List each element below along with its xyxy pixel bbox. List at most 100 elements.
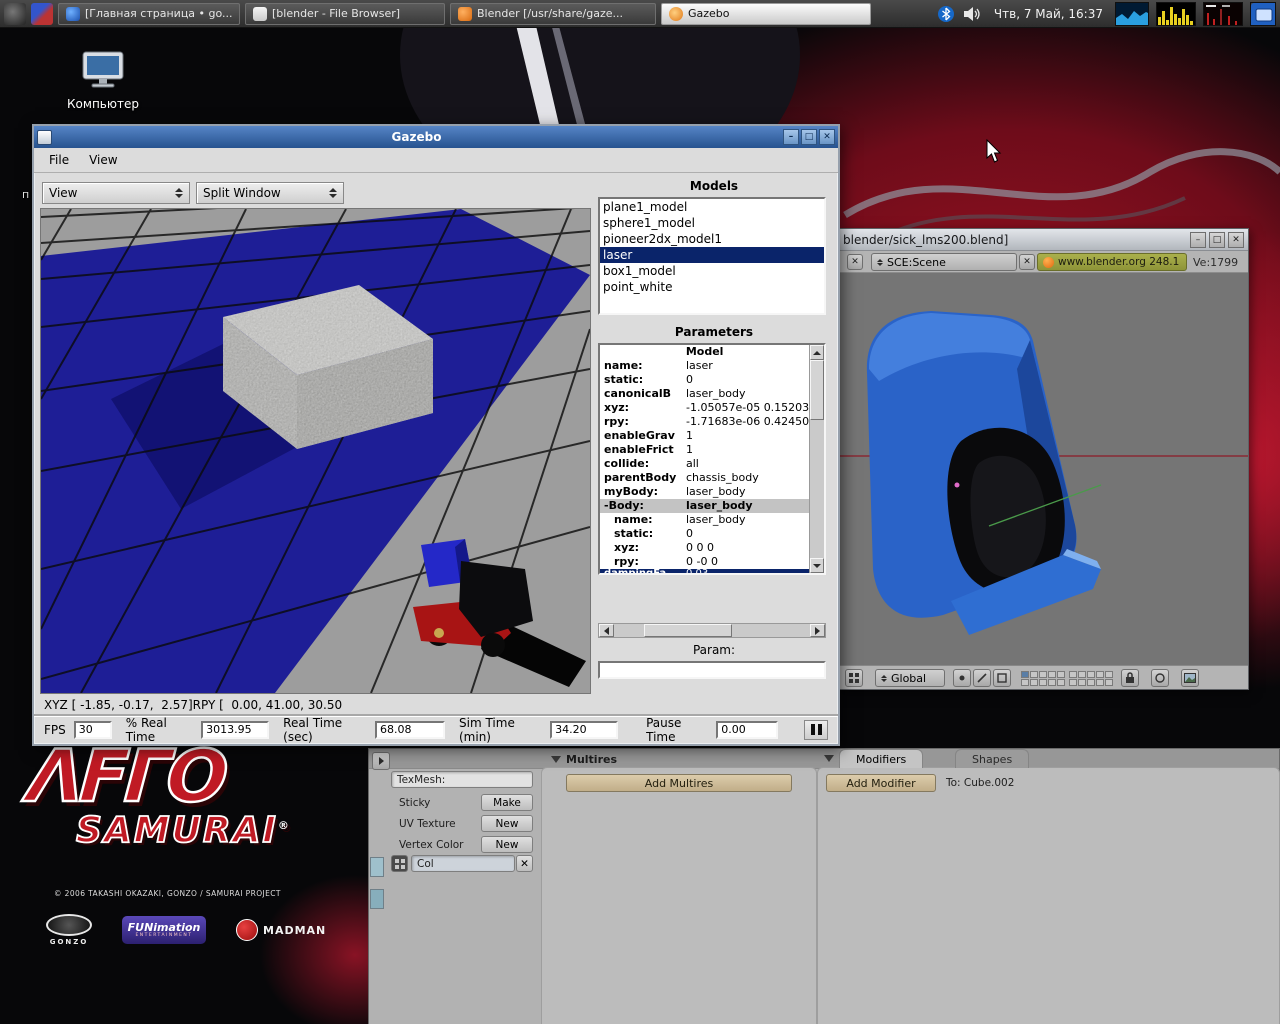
- layer-buttons-left[interactable]: [1021, 671, 1065, 686]
- col-field[interactable]: Col: [411, 855, 515, 872]
- scene-selector[interactable]: SCE:Scene: [871, 253, 1017, 271]
- clock[interactable]: Чтв, 7 Май, 16:37: [989, 7, 1108, 21]
- scrollbar-thumb[interactable]: [810, 360, 824, 420]
- tab-modifiers[interactable]: Modifiers: [839, 749, 923, 768]
- param-row[interactable]: static:0: [600, 527, 809, 541]
- scrollbar-track[interactable]: [614, 624, 644, 637]
- blender-buttons-window[interactable]: TexMesh: Sticky Make UV Texture New Vert…: [368, 748, 1280, 1024]
- new-uv-button[interactable]: New: [481, 815, 533, 832]
- param-row-clipped[interactable]: dampingFa0.03: [600, 569, 809, 573]
- texmesh-field[interactable]: TexMesh:: [391, 771, 533, 788]
- param-row[interactable]: xyz:-1.05057e-05 0.15203: [600, 401, 809, 415]
- real-time-pct-field[interactable]: 3013.95: [201, 721, 269, 739]
- close-button[interactable]: ✕: [1228, 232, 1244, 248]
- blender-3d-viewport[interactable]: [839, 273, 1248, 665]
- list-item-selected[interactable]: laser: [600, 247, 824, 263]
- make-sticky-button[interactable]: Make: [481, 794, 533, 811]
- panel-side-button-2[interactable]: [370, 889, 384, 909]
- render-preview-icon[interactable]: [1181, 669, 1199, 687]
- lock-icon[interactable]: [1121, 669, 1139, 687]
- vcol-grid-icon[interactable]: [391, 855, 408, 872]
- panel-side-button-1[interactable]: [370, 857, 384, 877]
- launcher-icon-2[interactable]: [31, 3, 53, 25]
- orientation-combo[interactable]: Global: [875, 669, 945, 687]
- param-row[interactable]: xyz:0 0 0: [600, 541, 809, 555]
- volume-icon[interactable]: [962, 6, 982, 22]
- param-row[interactable]: name:laser_body: [600, 513, 809, 527]
- pause-button[interactable]: [804, 720, 828, 740]
- screenshot-tool-icon[interactable]: [1250, 2, 1276, 26]
- vertical-scrollbar[interactable]: [809, 345, 824, 573]
- menu-file[interactable]: File: [40, 150, 78, 170]
- viewport-menu-icon[interactable]: [845, 669, 863, 687]
- scroll-down-arrow[interactable]: [810, 558, 824, 573]
- param-row[interactable]: parentBodychassis_body: [600, 471, 809, 485]
- collapse-triangle-icon[interactable]: [824, 755, 834, 762]
- add-multires-button[interactable]: Add Multires: [566, 774, 792, 792]
- cpu-monitor-applet[interactable]: [1156, 2, 1196, 26]
- param-row[interactable]: enableFrict1: [600, 443, 809, 457]
- select-mode-icon[interactable]: [953, 669, 971, 687]
- param-row[interactable]: rpy:0 -0 0: [600, 555, 809, 569]
- gazebo-3d-viewport[interactable]: [40, 208, 591, 694]
- param-row[interactable]: rpy:-1.71683e-06 0.42450: [600, 415, 809, 429]
- scroll-right-arrow[interactable]: [810, 624, 825, 637]
- taskbar-item-gazebo[interactable]: Gazebo: [661, 3, 871, 25]
- list-item[interactable]: pioneer2dx_model1: [600, 231, 824, 247]
- fps-field[interactable]: 30: [74, 721, 112, 739]
- horizontal-scrollbar[interactable]: [598, 623, 826, 638]
- list-item[interactable]: plane1_model: [600, 199, 824, 215]
- gazebo-titlebar[interactable]: Gazebo – □ ✕: [34, 126, 838, 148]
- split-window-combo[interactable]: Split Window: [196, 182, 344, 204]
- taskbar-item-browser[interactable]: [Главная страница • go...: [58, 3, 240, 25]
- window-menu-icon[interactable]: [37, 130, 52, 145]
- add-modifier-button[interactable]: Add Modifier: [826, 774, 936, 792]
- param-row-highlighted[interactable]: -Body:laser_body: [600, 499, 809, 513]
- param-input[interactable]: [598, 661, 826, 679]
- scrollbar-track[interactable]: [810, 420, 824, 558]
- scrollbar-thumb[interactable]: [644, 624, 732, 637]
- tab-shapes[interactable]: Shapes: [955, 749, 1029, 768]
- maximize-button[interactable]: □: [1209, 232, 1225, 248]
- scroll-left-arrow[interactable]: [599, 624, 614, 637]
- proportional-edit-icon[interactable]: [1151, 669, 1169, 687]
- maximize-button[interactable]: □: [801, 129, 817, 145]
- scroll-up-arrow[interactable]: [810, 345, 824, 360]
- param-row[interactable]: myBody:laser_body: [600, 485, 809, 499]
- taskbar-item-file-browser[interactable]: [blender - File Browser]: [245, 3, 445, 25]
- scene-delete-icon[interactable]: ✕: [1019, 254, 1035, 270]
- gazebo-window[interactable]: Gazebo – □ ✕ File View View Split Window: [32, 124, 840, 746]
- col-delete-button[interactable]: ✕: [516, 855, 533, 872]
- launcher-icon-1[interactable]: [4, 3, 26, 25]
- scrollbar-track[interactable]: [732, 624, 810, 637]
- param-row[interactable]: collide:all: [600, 457, 809, 471]
- panel-align-icon[interactable]: [372, 752, 390, 770]
- sim-time-field[interactable]: 34.20: [550, 721, 618, 739]
- minimize-button[interactable]: –: [1190, 232, 1206, 248]
- taskbar-item-blender[interactable]: Blender [/usr/share/gaze...: [450, 3, 656, 25]
- list-item[interactable]: sphere1_model: [600, 215, 824, 231]
- minimize-button[interactable]: –: [783, 129, 799, 145]
- edge-mode-icon[interactable]: [973, 669, 991, 687]
- multires-panel-header[interactable]: Multires: [551, 753, 617, 766]
- param-row[interactable]: name:laser: [600, 359, 809, 373]
- new-vertex-color-button[interactable]: New: [481, 836, 533, 853]
- menu-view[interactable]: View: [80, 150, 126, 170]
- param-row[interactable]: static:0: [600, 373, 809, 387]
- layer-buttons-right[interactable]: [1069, 671, 1113, 686]
- pause-time-field[interactable]: 0.00: [716, 721, 778, 739]
- real-time-sec-field[interactable]: 68.08: [375, 721, 445, 739]
- header-close-icon[interactable]: ✕: [847, 254, 863, 270]
- list-item[interactable]: point_white: [600, 279, 824, 295]
- desktop-icon-computer[interactable]: Компьютер: [58, 50, 148, 111]
- face-mode-icon[interactable]: [993, 669, 1011, 687]
- blender-titlebar[interactable]: blender/sick_lms200.blend] – □ ✕: [839, 229, 1248, 251]
- param-row[interactable]: enableGrav1: [600, 429, 809, 443]
- close-button[interactable]: ✕: [819, 129, 835, 145]
- param-row[interactable]: canonicalBlaser_body: [600, 387, 809, 401]
- list-item[interactable]: box1_model: [600, 263, 824, 279]
- disk-monitor-applet[interactable]: [1203, 2, 1243, 26]
- view-mode-combo[interactable]: View: [42, 182, 190, 204]
- bluetooth-icon[interactable]: [937, 5, 955, 23]
- network-monitor-applet[interactable]: [1115, 2, 1149, 26]
